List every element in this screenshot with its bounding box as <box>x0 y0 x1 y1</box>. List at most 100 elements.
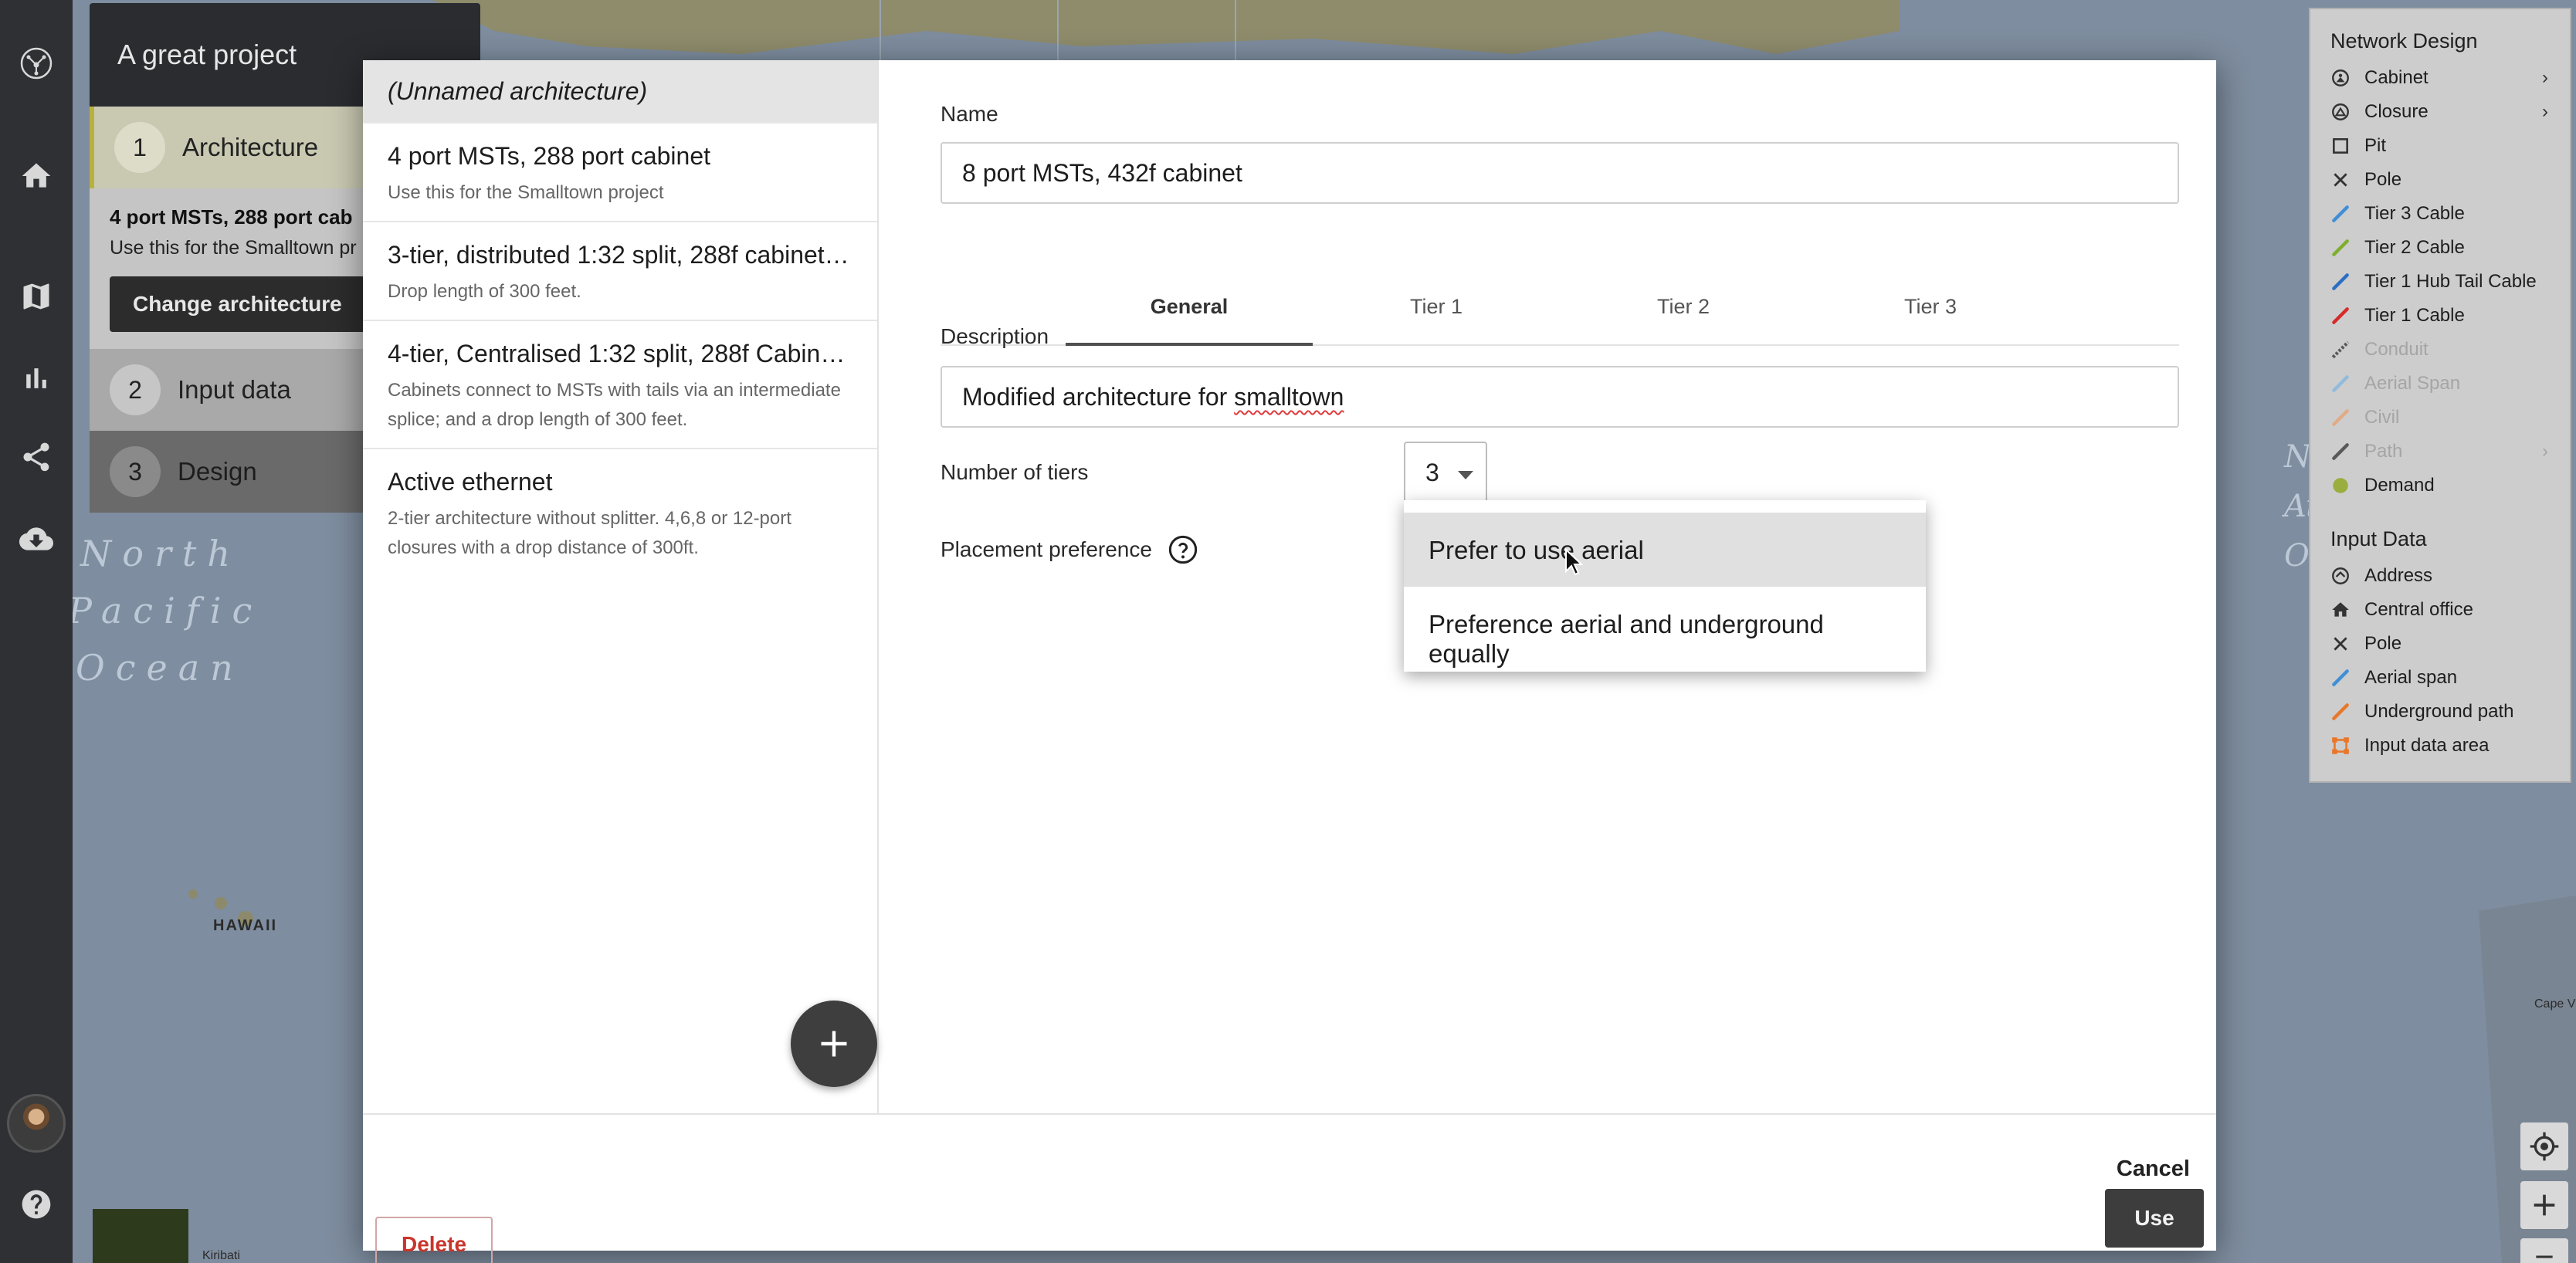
architecture-title: Active ethernet <box>388 468 553 496</box>
help-icon[interactable] <box>0 1173 73 1235</box>
closure-icon <box>2330 102 2351 122</box>
add-architecture-button[interactable] <box>791 1001 877 1087</box>
locate-button[interactable] <box>2520 1122 2568 1170</box>
legend-item-label: Tier 1 Cable <box>2364 305 2465 326</box>
legend-item-demand[interactable]: Demand <box>2330 469 2570 503</box>
use-button[interactable]: Use <box>2105 1189 2204 1248</box>
legend-item-tier-2-cable[interactable]: Tier 2 Cable <box>2330 231 2570 265</box>
cabinet-icon <box>2330 68 2351 88</box>
option-prefer-aerial[interactable]: Prefer to use aerial <box>1404 513 1926 587</box>
change-architecture-button[interactable]: Change architecture <box>110 276 365 332</box>
legend-item-label: Input data area <box>2364 735 2490 756</box>
legend-item-civil[interactable]: Civil <box>2330 401 2570 435</box>
architecture-item[interactable]: Active ethernet 2-tier architecture with… <box>363 449 877 580</box>
step-label: Input data <box>178 375 291 404</box>
legend-item-address[interactable]: Address <box>2330 559 2570 593</box>
cable-icon <box>2330 668 2351 688</box>
cable-icon <box>2330 702 2351 722</box>
pole-icon <box>2330 170 2351 190</box>
legend-item-input-data-area[interactable]: Input data area <box>2330 729 2570 763</box>
zoom-out-button[interactable] <box>2520 1238 2568 1263</box>
architecture-item[interactable]: 3-tier, distributed 1:32 split, 288f cab… <box>363 222 877 321</box>
map-label-ocean: Ocean <box>76 647 244 689</box>
architecture-description: Cabinets connect to MSTs with tails via … <box>388 380 841 430</box>
legend-item-label: Aerial span <box>2364 667 2458 688</box>
legend-item-underground-path[interactable]: Underground path <box>2330 695 2570 729</box>
zoom-in-button[interactable] <box>2520 1181 2568 1229</box>
architecture-title: 4-tier, Centralised 1:32 split, 288f Cab… <box>388 340 852 367</box>
architecture-item[interactable]: 4 port MSTs, 288 port cabinet Use this f… <box>363 124 877 222</box>
share-icon[interactable] <box>0 426 73 488</box>
crosshair-icon <box>2530 1132 2559 1161</box>
network-logo-icon[interactable] <box>0 32 73 94</box>
legend-item-central-office[interactable]: Central office <box>2330 593 2570 627</box>
cloud-download-icon[interactable] <box>0 508 73 570</box>
cable-icon <box>2330 204 2351 224</box>
map-label-north: North <box>80 533 242 574</box>
architecture-title: 4 port MSTs, 288 port cabinet <box>388 142 710 170</box>
legend-item-pole[interactable]: Pole <box>2330 627 2570 661</box>
legend-item-label: Pole <box>2364 169 2402 190</box>
help-icon[interactable] <box>1168 534 1198 565</box>
pit-icon <box>2330 136 2351 156</box>
area-icon <box>2330 736 2351 756</box>
map-legend: Network Design Cabinet › Closure › Pit Pole Ti… <box>2309 8 2571 783</box>
legend-item-label: Underground path <box>2364 701 2514 722</box>
architecture-title: 3-tier, distributed 1:32 split, 288f cab… <box>388 241 849 269</box>
legend-item-tier-1-hub-tail-cable[interactable]: Tier 1 Hub Tail Cable <box>2330 265 2570 299</box>
tab-tier-3[interactable]: Tier 3 <box>1807 249 2054 346</box>
legend-item-pole[interactable]: Pole <box>2330 163 2570 197</box>
minus-icon <box>2536 1255 2553 1258</box>
home-icon <box>2330 600 2351 620</box>
legend-heading-input: Input Data <box>2330 527 2427 550</box>
legend-item-aerial-span[interactable]: Aerial span <box>2330 661 2570 695</box>
demand-icon <box>2330 476 2351 496</box>
conduit-icon <box>2330 340 2351 360</box>
legend-item-closure[interactable]: Closure › <box>2330 95 2570 129</box>
legend-item-label: Central office <box>2364 599 2473 620</box>
step-number: 3 <box>110 446 161 497</box>
tab-tier-1[interactable]: Tier 1 <box>1313 249 1560 346</box>
architecture-title: (Unnamed architecture) <box>388 77 648 105</box>
legend-item-path[interactable]: Path › <box>2330 435 2570 469</box>
name-label: Name <box>941 102 998 126</box>
map-label-hawaii: HAWAII <box>213 917 278 934</box>
legend-item-tier-3-cable[interactable]: Tier 3 Cable <box>2330 197 2570 231</box>
chart-icon[interactable] <box>0 347 73 409</box>
map-icon[interactable] <box>0 266 73 327</box>
avatar[interactable] <box>7 1094 66 1153</box>
legend-item-label: Tier 2 Cable <box>2364 237 2465 258</box>
architecture-list: (Unnamed architecture) 4 port MSTs, 288 … <box>363 60 879 1113</box>
description-input[interactable]: Modified architecture for smalltown <box>941 366 2179 428</box>
delete-button[interactable]: Delete <box>375 1217 493 1263</box>
legend-heading-network: Network Design <box>2330 29 2478 52</box>
architecture-description: Drop length of 300 feet. <box>388 281 581 302</box>
tab-tier-2[interactable]: Tier 2 <box>1560 249 1807 346</box>
legend-item-label: Tier 1 Hub Tail Cable <box>2364 271 2537 292</box>
tab-general[interactable]: General <box>1066 249 1313 346</box>
legend-item-tier-1-cable[interactable]: Tier 1 Cable <box>2330 299 2570 333</box>
map-label-pacific: Pacific <box>68 590 263 632</box>
misspelled-word: smalltown <box>1234 383 1344 411</box>
legend-item-label: Conduit <box>2364 339 2429 360</box>
name-input[interactable]: 8 port MSTs, 432f cabinet <box>941 142 2179 204</box>
map-label-cape: Cape V <box>2534 997 2576 1011</box>
architecture-item[interactable]: 4-tier, Centralised 1:32 split, 288f Cab… <box>363 321 877 449</box>
cable-icon <box>2330 238 2351 258</box>
plus-icon <box>821 1031 847 1057</box>
left-rail <box>0 0 73 1263</box>
legend-item-pit[interactable]: Pit <box>2330 129 2570 163</box>
legend-item-conduit[interactable]: Conduit <box>2330 333 2570 367</box>
chevron-right-icon: › <box>2542 101 2548 122</box>
legend-item-aerial-span[interactable]: Aerial Span <box>2330 367 2570 401</box>
cable-icon <box>2330 408 2351 428</box>
step-number: 2 <box>110 364 161 415</box>
cancel-button[interactable]: Cancel <box>2117 1156 2190 1182</box>
home-icon[interactable] <box>0 145 73 207</box>
architecture-item[interactable]: (Unnamed architecture) <box>363 60 877 124</box>
legend-item-cabinet[interactable]: Cabinet › <box>2330 61 2570 95</box>
option-aerial-underground-equally[interactable]: Preference aerial and underground equall… <box>1404 587 1926 668</box>
step-number: 1 <box>114 122 165 173</box>
mouse-cursor-icon <box>1565 548 1583 576</box>
tiers-select[interactable]: 3 <box>1404 442 1487 505</box>
